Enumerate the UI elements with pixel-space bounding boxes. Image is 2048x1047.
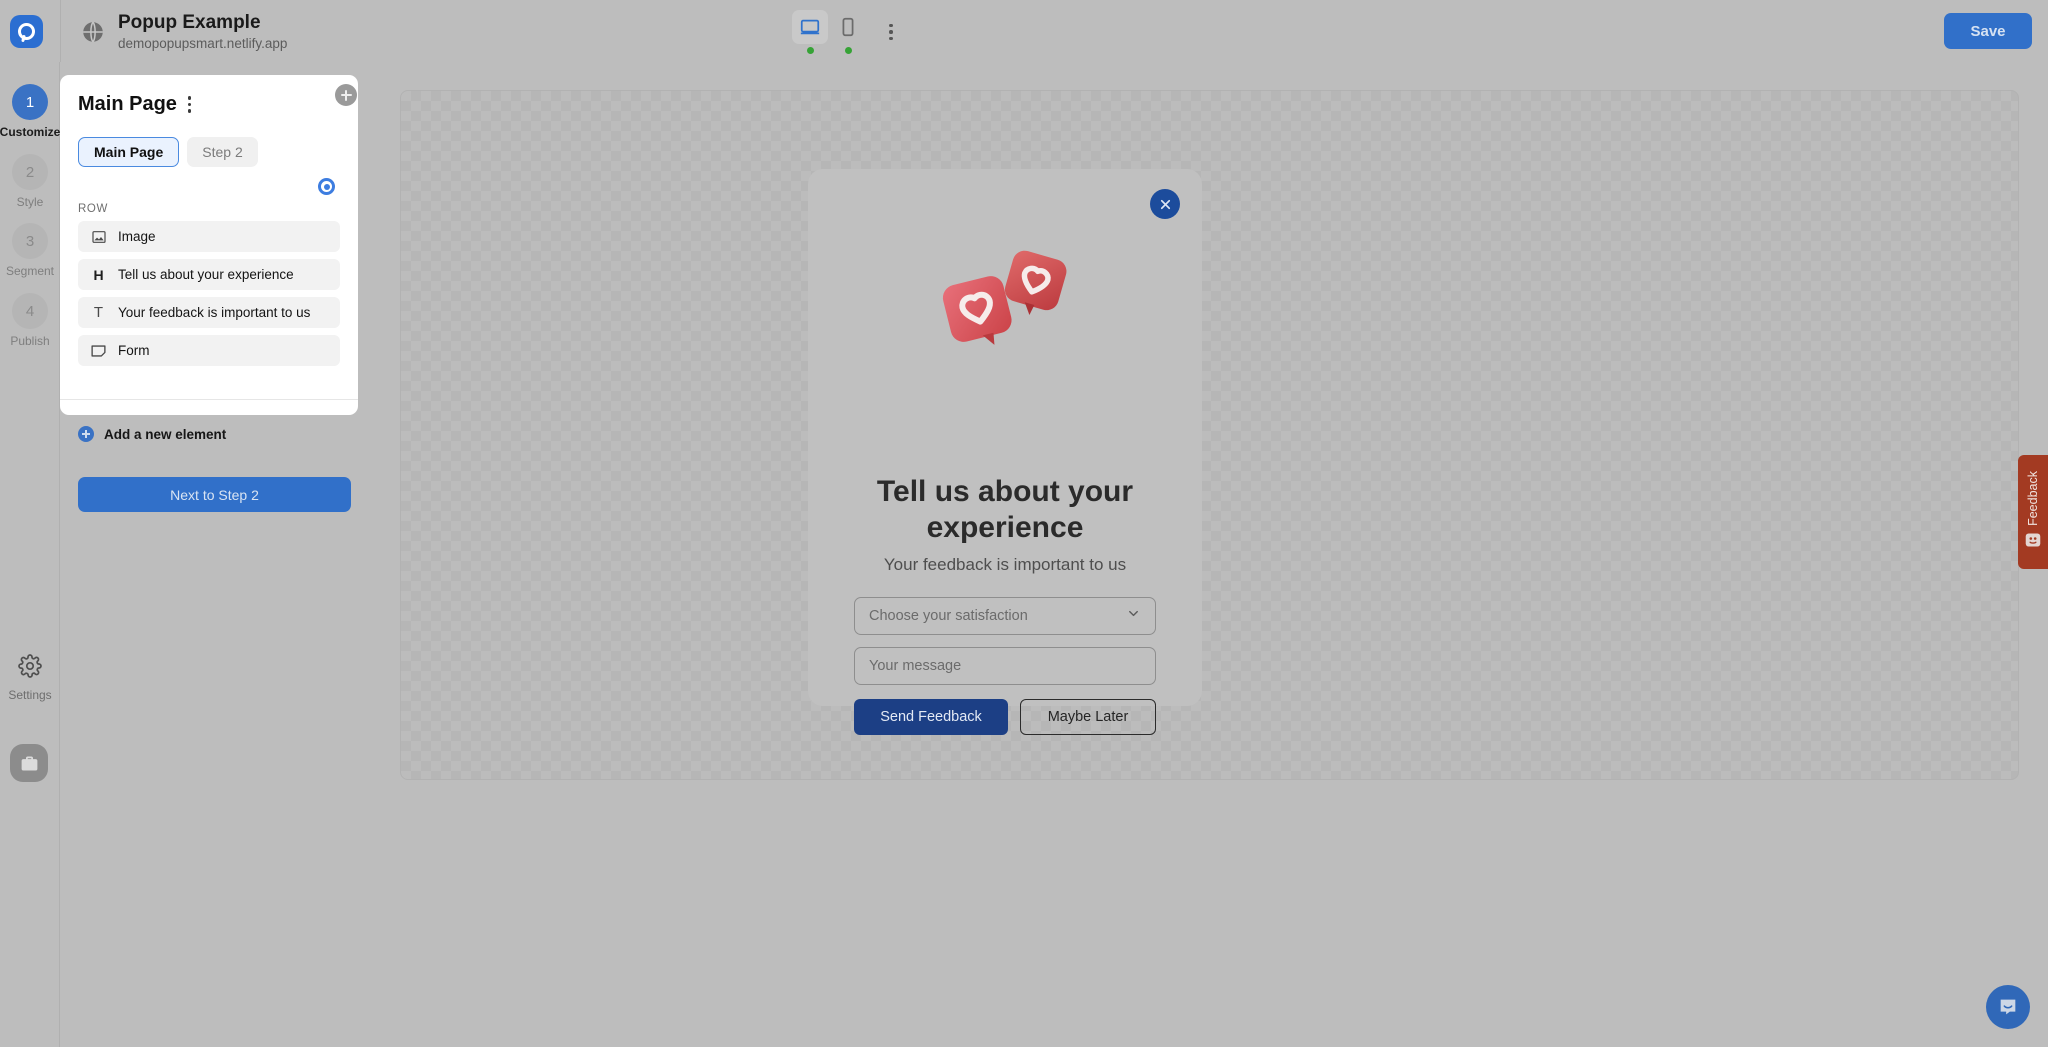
- next-to-step-2-button[interactable]: Next to Step 2: [78, 477, 351, 512]
- chat-bubble-icon[interactable]: [1986, 985, 2030, 1029]
- canvas: Tell us about your experience Your feedb…: [370, 62, 2048, 1047]
- heart-speech-bubbles-icon: [808, 231, 1202, 381]
- editor-panel: Main Page Main Page Step 2 ROW Image: [60, 62, 370, 1047]
- smiley-face-icon: [2024, 532, 2042, 553]
- save-button[interactable]: Save: [1944, 13, 2032, 49]
- device-switcher: [792, 10, 908, 54]
- desktop-status-dot: [807, 47, 814, 54]
- briefcase-icon[interactable]: [10, 744, 48, 782]
- message-input-placeholder: Your message: [869, 658, 961, 674]
- heading-icon: H: [90, 267, 107, 283]
- element-list: Image H Tell us about your experience T …: [78, 221, 340, 366]
- topbar-divider: [60, 0, 61, 62]
- plus-circle-icon: [78, 426, 94, 442]
- target-radio-icon[interactable]: [318, 178, 335, 195]
- globe-icon: [80, 19, 106, 45]
- list-item-text[interactable]: T Your feedback is important to us: [78, 297, 340, 328]
- popup-subtext: Your feedback is important to us: [833, 555, 1177, 575]
- popup-preview-card: Tell us about your experience Your feedb…: [808, 169, 1202, 706]
- sidebar-item-style[interactable]: 2 Style: [0, 154, 60, 209]
- tab-main-page[interactable]: Main Page: [78, 137, 179, 167]
- tab-step-2[interactable]: Step 2: [187, 137, 257, 167]
- popup-heading: Tell us about your experience: [838, 474, 1172, 546]
- settings-label: Settings: [8, 688, 51, 702]
- step-number: 3: [12, 223, 48, 259]
- page-card: Main Page Main Page Step 2 ROW Image: [60, 75, 358, 415]
- step-rail: 1 Customize 2 Style 3 Segment 4 Publish …: [0, 62, 60, 1047]
- row-section-label: ROW: [78, 203, 108, 215]
- site-url: demopopupsmart.netlify.app: [118, 36, 287, 52]
- sidebar-item-customize[interactable]: 1 Customize: [0, 84, 60, 139]
- sidebar-item-segment[interactable]: 3 Segment: [0, 223, 60, 278]
- close-icon[interactable]: [1150, 189, 1180, 219]
- step-number: 4: [12, 293, 48, 329]
- page-card-header: Main Page: [78, 93, 193, 116]
- canvas-preview-frame: Tell us about your experience Your feedb…: [400, 90, 2019, 780]
- feedback-tab[interactable]: Feedback: [2018, 455, 2048, 569]
- feedback-tab-label: Feedback: [2026, 471, 2040, 526]
- sidebar-item-publish[interactable]: 4 Publish: [0, 293, 60, 348]
- add-page-button[interactable]: [335, 84, 357, 106]
- popup-actions: Send Feedback Maybe Later: [854, 699, 1156, 735]
- step-label: Style: [17, 195, 44, 209]
- add-new-element-link[interactable]: Add a new element: [78, 426, 226, 442]
- gear-icon: [18, 654, 42, 683]
- maybe-later-button[interactable]: Maybe Later: [1020, 699, 1156, 735]
- step-label: Publish: [10, 334, 49, 348]
- kebab-menu-icon[interactable]: [186, 94, 194, 115]
- page-name-title: Main Page: [78, 93, 177, 116]
- list-item-form[interactable]: Form: [78, 335, 340, 366]
- chevron-down-icon: [1126, 606, 1141, 626]
- add-new-element-label: Add a new element: [104, 427, 226, 442]
- satisfaction-select-placeholder: Choose your satisfaction: [869, 608, 1126, 624]
- device-desktop-button[interactable]: [792, 10, 828, 44]
- top-bar: Popup Example demopopupsmart.netlify.app: [0, 0, 2048, 62]
- step-label: Segment: [6, 264, 54, 278]
- step-label: Customize: [0, 125, 60, 139]
- message-input[interactable]: Your message: [854, 647, 1156, 685]
- popupsmart-logo-icon[interactable]: [10, 15, 43, 48]
- list-item-heading[interactable]: H Tell us about your experience: [78, 259, 340, 290]
- card-divider: [60, 399, 358, 400]
- form-icon: [90, 343, 107, 359]
- device-mobile-button[interactable]: [830, 10, 866, 44]
- step-number: 2: [12, 154, 48, 190]
- satisfaction-select[interactable]: Choose your satisfaction: [854, 597, 1156, 635]
- mobile-status-dot: [845, 47, 852, 54]
- list-item-label: Form: [118, 343, 150, 358]
- list-item-image[interactable]: Image: [78, 221, 340, 252]
- image-icon: [90, 229, 107, 245]
- send-feedback-button[interactable]: Send Feedback: [854, 699, 1008, 735]
- sidebar-item-settings[interactable]: Settings: [0, 654, 60, 702]
- text-icon: T: [90, 304, 107, 321]
- list-item-label: Image: [118, 229, 156, 244]
- page-tabs: Main Page Step 2: [78, 137, 258, 167]
- page-title: Popup Example: [118, 12, 287, 34]
- list-item-label: Tell us about your experience: [118, 267, 294, 282]
- step-number: 1: [12, 84, 48, 120]
- kebab-menu-icon[interactable]: [874, 15, 908, 49]
- list-item-label: Your feedback is important to us: [118, 305, 310, 320]
- site-info: Popup Example demopopupsmart.netlify.app: [80, 12, 287, 52]
